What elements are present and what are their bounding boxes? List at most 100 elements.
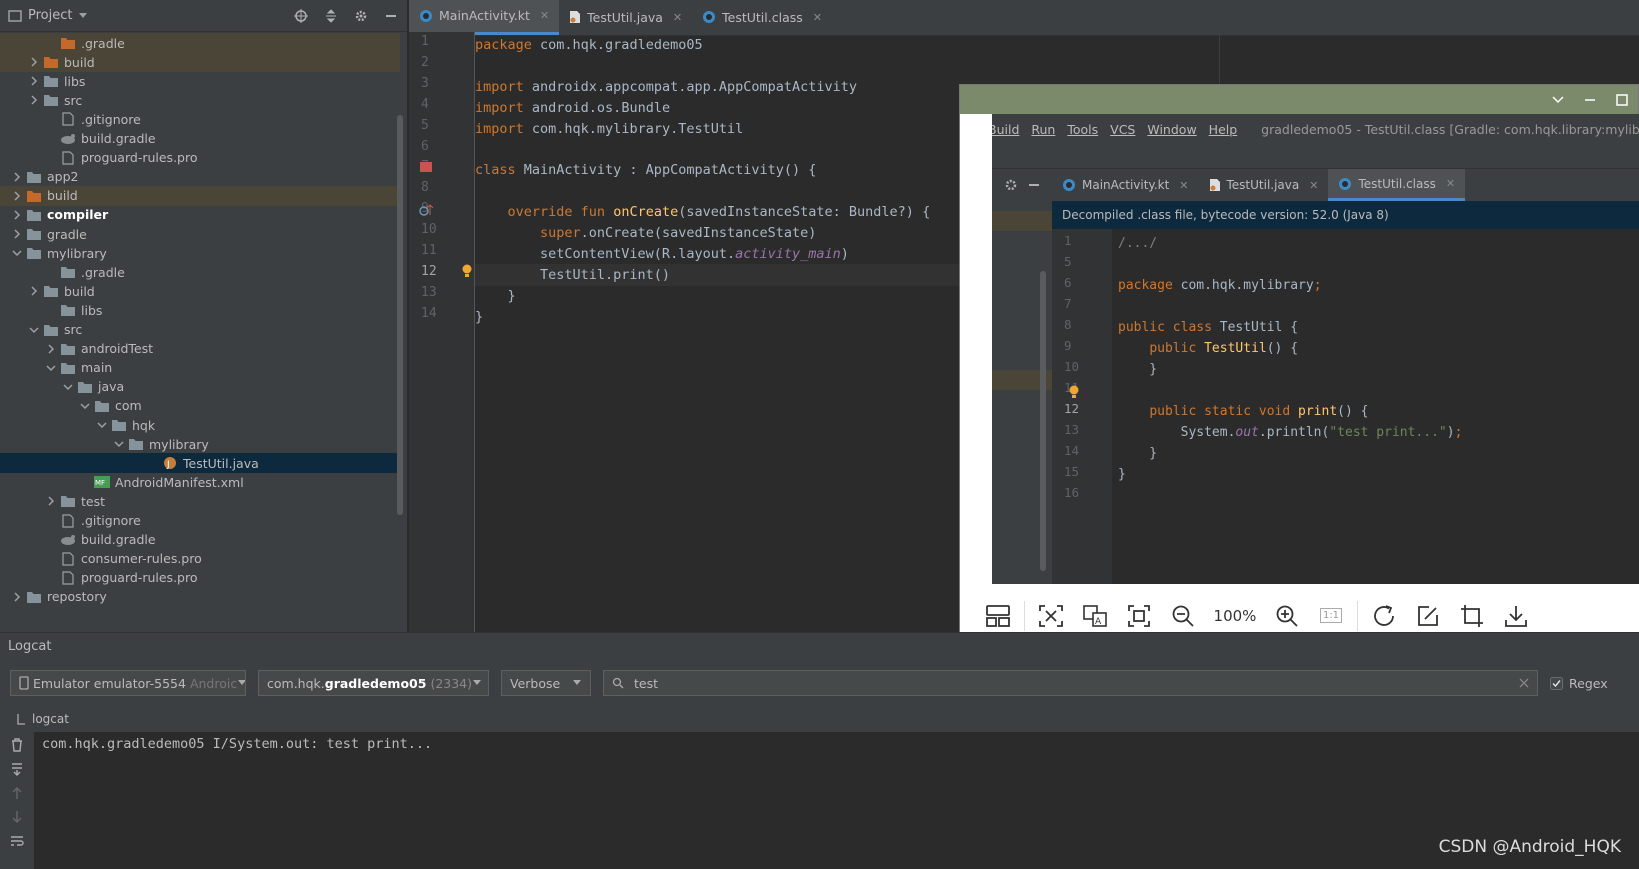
chevron-right-icon[interactable]: [26, 54, 42, 70]
actual-size-button[interactable]: 1:1: [1309, 594, 1353, 638]
tree-item[interactable]: proguard-rules.pro: [0, 148, 400, 168]
menu-item[interactable]: Run: [1031, 122, 1055, 137]
tree-item[interactable]: libs: [0, 300, 400, 320]
close-icon[interactable]: ✕: [673, 11, 682, 24]
close-icon[interactable]: ✕: [1179, 179, 1188, 192]
zoom-out-icon[interactable]: [1161, 594, 1205, 638]
minimize-icon[interactable]: [1584, 94, 1596, 106]
minimize-icon[interactable]: [1028, 179, 1040, 191]
chevron-right-icon[interactable]: [9, 188, 25, 204]
preview-tab[interactable]: TestUtil.java ✕: [1199, 169, 1329, 201]
chevron-down-icon[interactable]: [9, 245, 25, 261]
tree-item[interactable]: app2: [0, 167, 400, 187]
close-icon[interactable]: ✕: [813, 11, 822, 24]
tree-item[interactable]: MF AndroidManifest.xml: [0, 472, 400, 492]
tree-item[interactable]: com: [0, 396, 400, 416]
clear-search-icon[interactable]: [1519, 678, 1529, 688]
edit-icon[interactable]: [1406, 594, 1450, 638]
screenshot-ocr-icon[interactable]: [1029, 594, 1073, 638]
tree-item[interactable]: repostory: [0, 587, 400, 607]
menu-item[interactable]: VCS: [1110, 122, 1135, 137]
chevron-right-icon[interactable]: [26, 283, 42, 299]
project-view-selector[interactable]: Project: [8, 8, 88, 23]
fit-screen-icon[interactable]: [1117, 594, 1161, 638]
close-icon[interactable]: ✕: [1309, 179, 1318, 192]
rotate-icon[interactable]: [1362, 594, 1406, 638]
tree-item[interactable]: src: [0, 90, 400, 110]
device-selector[interactable]: Emulator emulator-5554 Androic: [10, 670, 246, 696]
menu-item[interactable]: Build: [992, 122, 1019, 137]
chevron-right-icon[interactable]: [26, 92, 42, 108]
chevron-down-icon[interactable]: [26, 322, 42, 338]
tree-item[interactable]: .gitignore: [0, 511, 400, 531]
tree-item[interactable]: J TestUtil.java: [0, 453, 400, 474]
tree-item[interactable]: proguard-rules.pro: [0, 568, 400, 588]
log-level-selector[interactable]: Verbose: [501, 670, 591, 696]
scroll-to-end-icon[interactable]: [10, 762, 24, 776]
tree-item[interactable]: java: [0, 377, 400, 397]
chevron-right-icon[interactable]: [43, 341, 59, 357]
menu-item[interactable]: Tools: [1067, 122, 1098, 137]
layout-icon[interactable]: [976, 594, 1020, 638]
chevron-down-icon[interactable]: [60, 379, 76, 395]
editor-tab[interactable]: MainActivity.kt ✕: [409, 0, 560, 35]
chevron-down-icon[interactable]: [94, 417, 110, 433]
lightbulb-icon[interactable]: [1068, 385, 1080, 399]
tree-item[interactable]: mylibrary: [0, 434, 400, 454]
tree-item[interactable]: .gitignore: [0, 109, 400, 129]
tree-item[interactable]: build.gradle: [0, 129, 400, 149]
tree-item[interactable]: consumer-rules.pro: [0, 549, 400, 569]
tree-item[interactable]: .gradle: [0, 33, 400, 53]
gear-icon[interactable]: [1004, 178, 1018, 192]
maximize-icon[interactable]: [1616, 93, 1628, 106]
chevron-right-icon[interactable]: [26, 73, 42, 89]
menu-item[interactable]: Help: [1209, 122, 1238, 137]
tree-item[interactable]: test: [0, 491, 400, 511]
chevron-right-icon[interactable]: [9, 169, 25, 185]
chevron-right-icon[interactable]: [43, 493, 59, 509]
chevron-down-icon[interactable]: [77, 398, 93, 414]
tree-item[interactable]: main: [0, 358, 400, 378]
close-icon[interactable]: ✕: [1446, 177, 1455, 190]
gear-icon[interactable]: [353, 8, 369, 24]
tree-item[interactable]: src: [0, 320, 400, 340]
crop-icon[interactable]: [1450, 594, 1494, 638]
soft-wrap-icon[interactable]: [10, 834, 24, 848]
close-icon[interactable]: ✕: [540, 9, 549, 22]
tree-item[interactable]: hqk: [0, 415, 400, 435]
tree-item[interactable]: build: [0, 281, 400, 301]
chevron-down-icon[interactable]: [111, 436, 127, 452]
tree-item[interactable]: androidTest: [0, 339, 400, 359]
chevron-right-icon[interactable]: [9, 207, 25, 223]
locate-icon[interactable]: [293, 8, 309, 24]
project-scrollbar[interactable]: [397, 115, 403, 515]
chevron-right-icon[interactable]: [9, 226, 25, 242]
tree-item[interactable]: gradle: [0, 224, 400, 244]
editor-tab[interactable]: TestUtil.class ✕: [692, 0, 832, 35]
tree-item[interactable]: build: [0, 185, 400, 206]
trash-icon[interactable]: [10, 738, 24, 752]
preview-tab[interactable]: TestUtil.class ✕: [1328, 169, 1466, 201]
tree-item[interactable]: build: [0, 52, 400, 73]
log-search-field[interactable]: test: [603, 670, 1538, 696]
tree-item[interactable]: build.gradle: [0, 530, 400, 550]
minimize-icon[interactable]: [383, 8, 399, 24]
collapse-all-icon[interactable]: [323, 8, 339, 24]
download-icon[interactable]: [1494, 594, 1538, 638]
zoom-in-icon[interactable]: [1265, 594, 1309, 638]
tree-item[interactable]: compiler: [0, 205, 400, 225]
tree-item[interactable]: mylibrary: [0, 243, 400, 263]
tree-item[interactable]: libs: [0, 71, 400, 91]
process-selector[interactable]: com.hqk.gradledemo05 (2334): [258, 670, 489, 696]
chevron-down-icon[interactable]: [43, 360, 59, 376]
regex-toggle[interactable]: Regex: [1550, 676, 1608, 691]
arrow-down-icon[interactable]: [10, 810, 24, 824]
menu-item[interactable]: Window: [1147, 122, 1196, 137]
tree-item[interactable]: .gradle: [0, 262, 400, 282]
arrow-up-icon[interactable]: [10, 786, 24, 800]
preview-tab[interactable]: MainActivity.kt ✕: [1052, 169, 1199, 201]
checkbox-checked-icon[interactable]: [1550, 676, 1563, 690]
chevron-right-icon[interactable]: [9, 589, 25, 605]
editor-tab[interactable]: TestUtil.java ✕: [559, 0, 692, 35]
chevron-down-icon[interactable]: [1552, 95, 1564, 104]
